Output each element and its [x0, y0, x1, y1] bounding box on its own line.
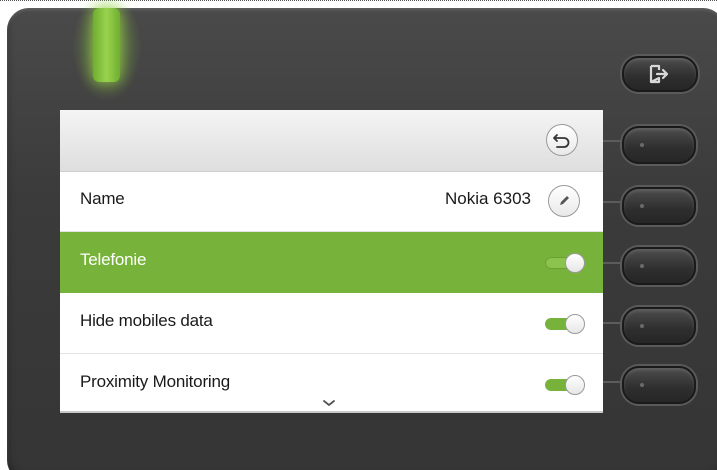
- phone-display: Name Nokia 6303 Telefonie Hide mobiles d…: [0, 0, 717, 470]
- key-dot: [640, 264, 644, 268]
- softkey-3[interactable]: [622, 247, 696, 285]
- screen-header: [60, 110, 603, 172]
- row-label: Proximity Monitoring: [80, 372, 230, 391]
- toggle-knob: [565, 253, 585, 273]
- key-dot: [640, 383, 644, 387]
- key-connector: [603, 381, 623, 383]
- pencil-icon: [560, 196, 569, 205]
- exit-icon: [649, 64, 669, 84]
- telefonie-toggle[interactable]: [545, 253, 585, 273]
- softkey-1[interactable]: [622, 126, 696, 164]
- key-dot: [640, 143, 644, 147]
- chevron-down-icon: [323, 400, 335, 406]
- edit-button[interactable]: [548, 185, 580, 217]
- list-item-name[interactable]: Name Nokia 6303: [60, 171, 603, 232]
- back-arrow-icon: [553, 134, 570, 148]
- softkey-4[interactable]: [622, 307, 696, 345]
- message-led: [93, 8, 120, 82]
- list-item-telefonie[interactable]: Telefonie: [60, 232, 603, 293]
- display-screen: Name Nokia 6303 Telefonie Hide mobiles d…: [60, 110, 603, 413]
- proximity-monitoring-toggle[interactable]: [545, 375, 585, 395]
- row-value: Nokia 6303: [444, 189, 531, 208]
- list-item-hide-mobiles-data[interactable]: Hide mobiles data: [60, 293, 603, 354]
- toggle-knob: [565, 314, 585, 334]
- exit-key[interactable]: [622, 56, 698, 92]
- key-connector: [603, 262, 623, 264]
- toggle-knob: [565, 375, 585, 395]
- row-label: Telefonie: [80, 250, 147, 269]
- key-dot: [640, 204, 644, 208]
- softkey-2[interactable]: [622, 187, 696, 225]
- softkey-5[interactable]: [622, 366, 696, 404]
- key-connector: [603, 140, 623, 142]
- key-connector: [603, 201, 623, 203]
- screen-bottom-edge: [60, 411, 603, 413]
- key-connector: [603, 322, 623, 324]
- row-label: Hide mobiles data: [80, 311, 213, 330]
- key-dot: [640, 324, 644, 328]
- hide-mobiles-data-toggle[interactable]: [545, 314, 585, 334]
- row-label: Name: [80, 189, 125, 208]
- back-button[interactable]: [546, 124, 578, 156]
